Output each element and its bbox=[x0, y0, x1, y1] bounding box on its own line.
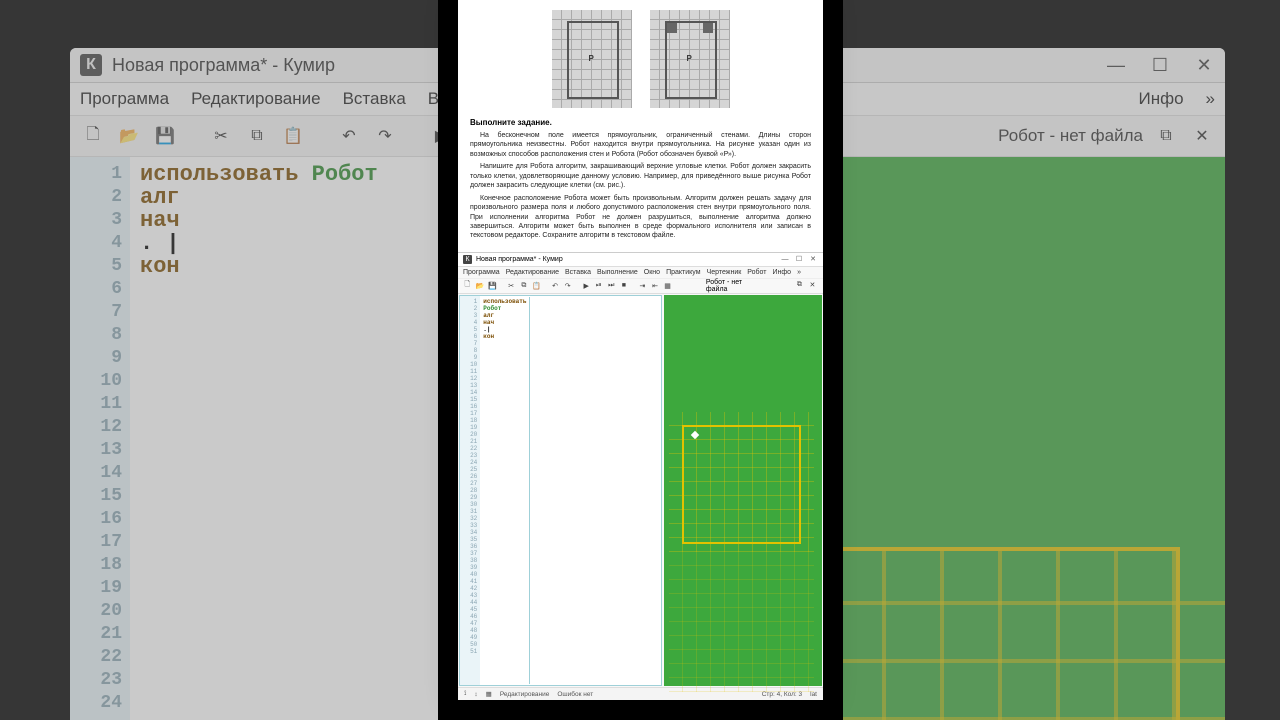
undo-icon[interactable]: ↶ bbox=[551, 281, 560, 290]
margin-pane bbox=[529, 297, 661, 684]
robot-field-bg bbox=[828, 157, 1225, 720]
paste-icon[interactable]: 📋 bbox=[532, 281, 541, 290]
cut-icon[interactable]: ✂ bbox=[507, 281, 516, 290]
robot-panel-title: Робот - нет файла bbox=[998, 126, 1143, 146]
stop-icon[interactable]: ■ bbox=[620, 281, 629, 290]
undo-icon[interactable]: ↶ bbox=[336, 123, 362, 149]
dedent-icon[interactable]: ⇤ bbox=[651, 281, 660, 290]
menu-item[interactable]: Робот bbox=[747, 269, 766, 276]
menu-item[interactable]: Чертежник bbox=[707, 269, 742, 276]
ide-titlebar: К Новая программа* - Кумир — ☐ ✕ bbox=[458, 253, 823, 267]
status-icon: ▦ bbox=[486, 690, 492, 698]
paste-icon[interactable]: 📋 bbox=[280, 123, 306, 149]
gutter: 1234567891011121314151617181920212223242… bbox=[460, 296, 480, 685]
maximize-button[interactable]: ☐ bbox=[794, 255, 804, 263]
menu-item[interactable]: Окно bbox=[644, 269, 660, 276]
status-errors: Ошибок нет bbox=[557, 691, 593, 698]
menu-more-icon[interactable]: » bbox=[1206, 89, 1215, 109]
task-diagram-right: Р bbox=[650, 10, 730, 108]
run-icon[interactable]: ▶ bbox=[582, 281, 591, 290]
kumir-ide-embedded: К Новая программа* - Кумир — ☐ ✕ Програм… bbox=[458, 252, 823, 700]
status-mode: Редактирование bbox=[500, 691, 550, 698]
gutter: 123456789101112131415161718192021222324 bbox=[70, 157, 130, 720]
close-panel-icon[interactable]: ✕ bbox=[809, 281, 818, 290]
task-diagram-left: Р bbox=[552, 10, 632, 108]
indent-icon[interactable]: ⇥ bbox=[638, 281, 647, 290]
save-icon[interactable]: 💾 bbox=[488, 281, 497, 290]
robot-wall bbox=[682, 425, 801, 544]
robot-panel-title: Робот - нет файла bbox=[676, 279, 793, 293]
maximize-button[interactable]: ☐ bbox=[1149, 54, 1171, 76]
close-button[interactable]: ✕ bbox=[1193, 54, 1215, 76]
task-description: Р Р Выполните задание. На бесконечном по… bbox=[458, 0, 823, 252]
cut-icon[interactable]: ✂ bbox=[208, 123, 234, 149]
menu-item[interactable]: Вставка bbox=[343, 89, 406, 109]
popout-icon[interactable]: ⧉ bbox=[797, 281, 806, 290]
robot-field[interactable] bbox=[664, 295, 822, 686]
copy-icon[interactable]: ⧉ bbox=[244, 123, 270, 149]
copy-icon[interactable]: ⧉ bbox=[520, 281, 529, 290]
ide-toolbar: 🗋 📂 💾 ✂ ⧉ 📋 ↶ ↷ ▶ ⏯ ⏭ ■ ⇥ ⇤ ▦ Робот - не bbox=[458, 279, 823, 294]
status-icon: ⟟ bbox=[464, 690, 466, 698]
code-editor[interactable]: 1234567891011121314151617181920212223242… bbox=[459, 295, 662, 686]
menu-item[interactable]: Редактирование bbox=[506, 269, 559, 276]
close-button[interactable]: ✕ bbox=[808, 255, 818, 263]
menu-item[interactable]: Программа bbox=[80, 89, 169, 109]
menu-item[interactable]: Редактирование bbox=[191, 89, 321, 109]
redo-icon[interactable]: ↷ bbox=[372, 123, 398, 149]
grid-icon[interactable]: ▦ bbox=[663, 281, 672, 290]
new-icon[interactable]: 🗋 bbox=[463, 281, 472, 290]
foreground-card: Р Р Выполните задание. На бесконечном по… bbox=[458, 0, 823, 700]
app-logo-icon: К bbox=[463, 255, 472, 264]
menu-more-icon[interactable]: » bbox=[797, 269, 801, 276]
minimize-button[interactable]: — bbox=[1105, 54, 1127, 76]
menu-item[interactable]: Программа bbox=[463, 269, 500, 276]
window-title: Новая программа* - Кумир bbox=[112, 55, 335, 76]
ide-menubar: Программа Редактирование Вставка Выполне… bbox=[458, 267, 823, 279]
open-icon[interactable]: 📂 bbox=[476, 281, 485, 290]
menu-item[interactable]: Выполнение bbox=[597, 269, 638, 276]
redo-icon[interactable]: ↷ bbox=[563, 281, 572, 290]
save-icon[interactable]: 💾 bbox=[152, 123, 178, 149]
menu-item[interactable]: Инфо bbox=[1138, 89, 1183, 109]
step-over-icon[interactable]: ⏭ bbox=[607, 281, 616, 290]
popout-icon[interactable]: ⧉ bbox=[1153, 123, 1179, 149]
menu-item[interactable]: Практикум bbox=[666, 269, 700, 276]
task-text: На бесконечном поле имеется прямоугольни… bbox=[470, 131, 811, 241]
status-icon: ↕ bbox=[474, 691, 477, 698]
task-heading: Выполните задание. bbox=[470, 118, 811, 127]
app-logo-icon: К bbox=[80, 54, 102, 76]
window-title: Новая программа* - Кумир bbox=[476, 256, 563, 263]
step-icon[interactable]: ⏯ bbox=[594, 281, 603, 290]
menu-item[interactable]: Вставка bbox=[565, 269, 591, 276]
minimize-button[interactable]: — bbox=[780, 256, 790, 263]
close-panel-icon[interactable]: ✕ bbox=[1189, 123, 1215, 149]
new-icon[interactable]: 🗋 bbox=[80, 123, 106, 149]
code-content[interactable]: использовать Робот алг нач .| кон bbox=[480, 296, 529, 685]
open-icon[interactable]: 📂 bbox=[116, 123, 142, 149]
menu-item[interactable]: Инфо bbox=[773, 269, 792, 276]
